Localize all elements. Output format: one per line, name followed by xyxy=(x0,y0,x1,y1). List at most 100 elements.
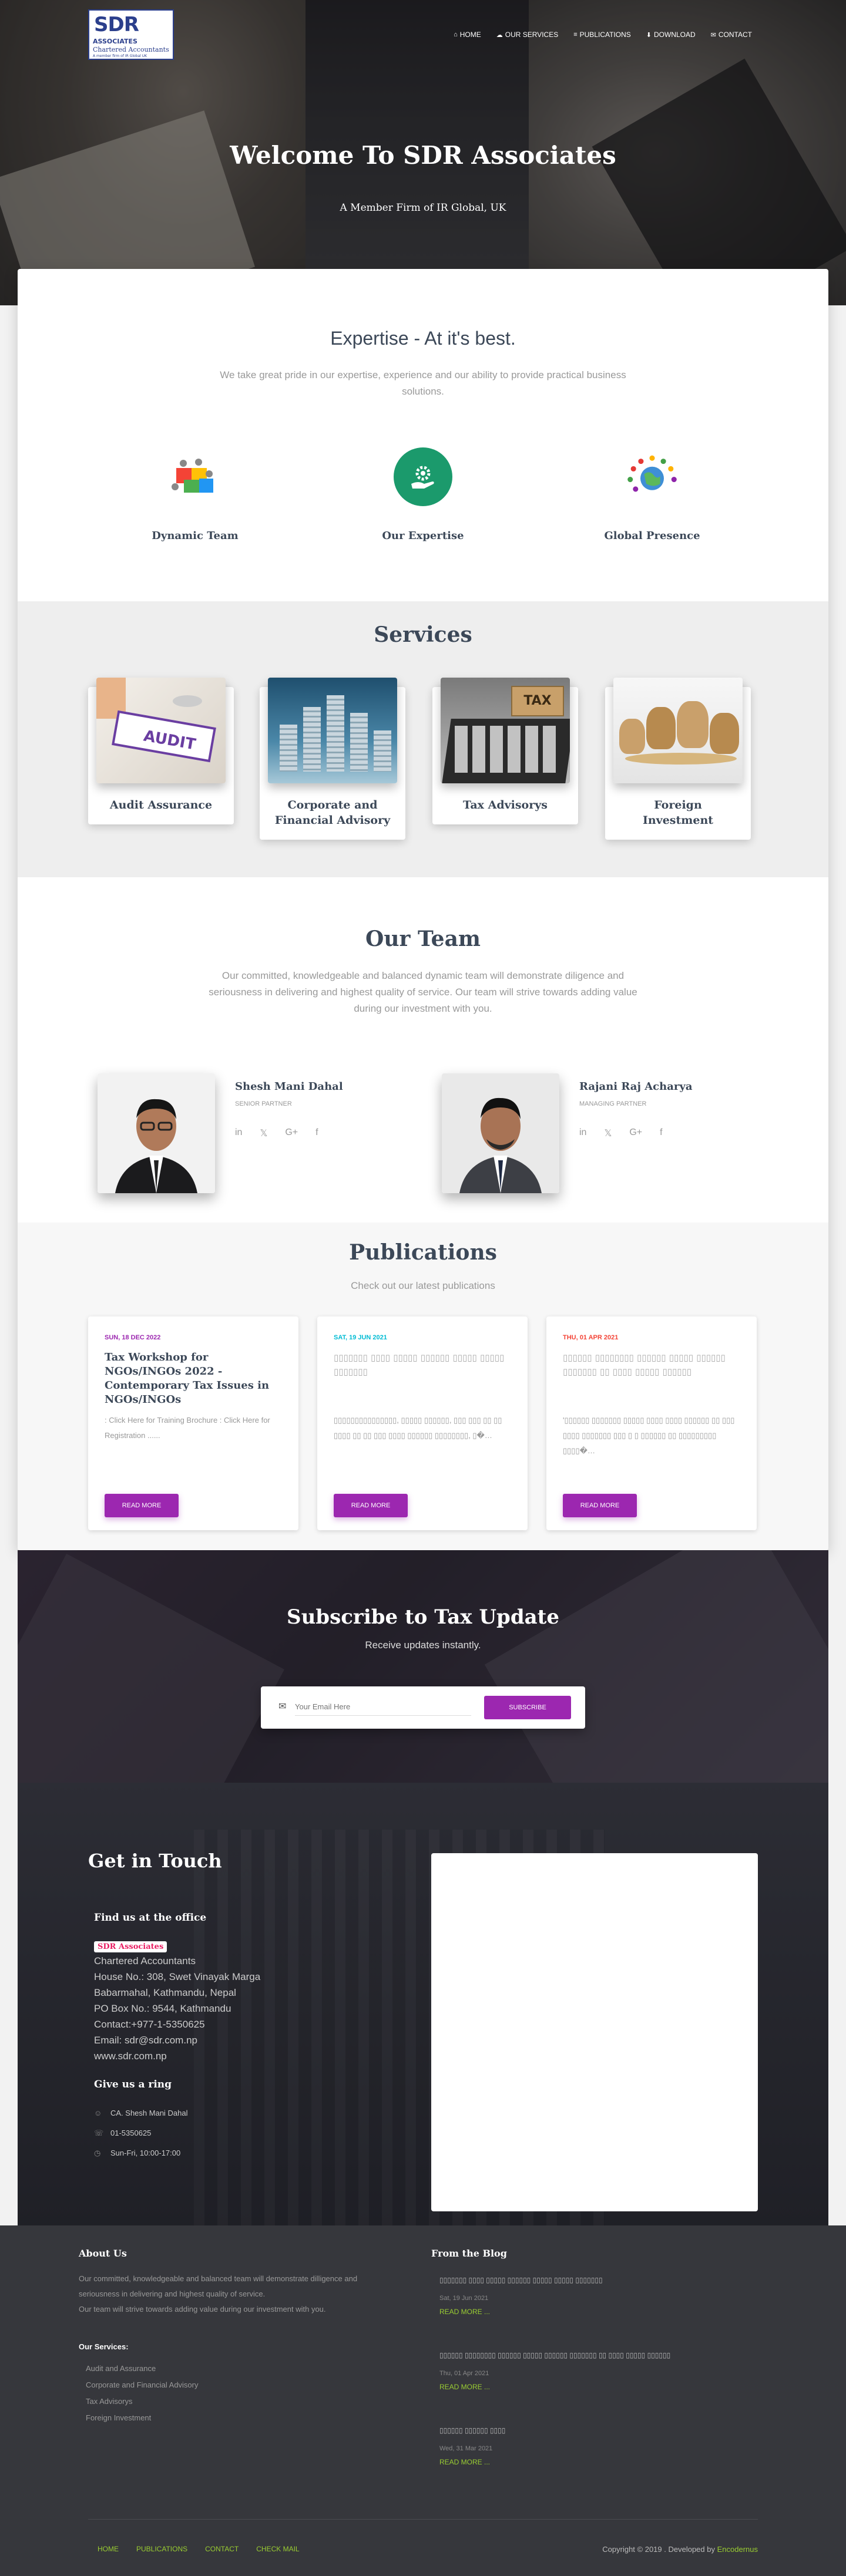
blog-date: Wed, 31 Mar 2021 xyxy=(439,2445,493,2452)
footer-service-link[interactable]: Foreign Investment xyxy=(86,2410,199,2426)
address-line: Contact:+977-1-5350625 xyxy=(94,2019,205,2030)
hero-tagline: A Member Firm of IR Global, UK xyxy=(340,202,506,214)
ring-text: 01-5350625 xyxy=(110,2129,152,2137)
publication-excerpt: ▯▯▯▯▯▯▯▯▯▯▯▯▯▯▯, ▯▯▯▯▯ ▯▯▯▯▯▯, ▯▯▯ ▯▯▯ ▯… xyxy=(334,1416,502,1440)
feature-label: Our Expertise xyxy=(382,530,464,542)
blog-item: ▯▯▯▯▯▯▯ ▯▯▯▯ ▯▯▯▯▯ ▯▯▯▯▯▯ ▯▯▯▯▯ ▯▯▯▯▯ ▯▯… xyxy=(439,2276,745,2316)
hero-title: Welcome To SDR Associates xyxy=(230,141,616,170)
nav-label: Our Services xyxy=(505,31,559,39)
footer: About Us Our committed, knowledgeable an… xyxy=(0,2225,846,2576)
publication-date: SUN, 18 DEC 2022 xyxy=(105,1334,161,1341)
blog-read-more[interactable]: READ MORE ... xyxy=(439,2458,745,2466)
facebook-icon[interactable]: f xyxy=(315,1127,318,1139)
nav-label: Download xyxy=(654,31,696,39)
footer-service-link[interactable]: Corporate and Financial Advisory xyxy=(86,2377,199,2393)
company-name-badge: SDR Associates xyxy=(94,1941,167,1952)
cloud-icon: ☁ xyxy=(496,31,503,39)
blog-title[interactable]: ▯▯▯▯▯▯ ▯▯▯▯▯▯▯▯ ▯▯▯▯▯▯ ▯▯▯▯▯ ▯▯▯▯▯▯ ▯▯▯▯… xyxy=(439,2351,745,2359)
nav-label: Publications xyxy=(579,31,631,39)
service-card-corporate[interactable]: Corporate and Financial Advisory xyxy=(260,678,405,840)
clock-icon: ◷ xyxy=(94,2149,101,2157)
footer-link-publications[interactable]: Publications xyxy=(136,2545,187,2553)
publication-title[interactable]: ▯▯▯▯▯▯ ▯▯▯▯▯▯▯▯ ▯▯▯▯▯▯ ▯▯▯▯▯ ▯▯▯▯▯▯ ▯▯▯▯… xyxy=(563,1351,745,1379)
ring-list: ☺ CA. Shesh Mani Dahal ☏ 01-5350625 ◷ Sun-F… xyxy=(94,2103,188,2163)
google-plus-icon[interactable]: G+ xyxy=(285,1127,298,1139)
subscribe-button[interactable]: Subscribe xyxy=(484,1696,571,1719)
footer-service-link[interactable]: Audit and Assurance xyxy=(86,2361,199,2377)
expertise-section: Expertise - At it's best. We take great … xyxy=(18,328,828,400)
subscribe-overlay xyxy=(18,1550,828,1783)
blog-title[interactable]: ▯▯▯▯▯▯ ▯▯▯▯▯▯ ▯▯▯▯ xyxy=(439,2426,745,2434)
linkedin-icon[interactable]: in xyxy=(235,1127,242,1139)
address-line[interactable]: www.sdr.com.np xyxy=(94,2048,260,2064)
nav-our-services[interactable]: ☁ Our Services xyxy=(496,31,558,39)
footer-links: Home Publications Contact Check Mail xyxy=(98,2545,300,2553)
about-text: Our committed, knowledgeable and balance… xyxy=(79,2274,358,2298)
feature-our-expertise: Our Expertise xyxy=(335,447,511,542)
list-icon: ≡ xyxy=(573,31,578,38)
publication-excerpt: : Click Here for Training Brochure : Cli… xyxy=(105,1416,270,1440)
footer-link-contact[interactable]: Contact xyxy=(205,2545,239,2553)
developer-link[interactable]: Encodernus xyxy=(717,2545,758,2554)
read-more-button[interactable]: Read More xyxy=(105,1494,179,1517)
read-more-button[interactable]: Read More xyxy=(563,1494,637,1517)
nav-label: Home xyxy=(459,31,481,39)
read-more-button[interactable]: Read More xyxy=(334,1494,408,1517)
nav-contact[interactable]: ✉ Contact xyxy=(711,31,752,39)
footer-service-link[interactable]: Tax Advisorys xyxy=(86,2393,199,2410)
team-section: Our Team Our committed, knowledgeable an… xyxy=(18,927,828,1017)
ring-item: ☏ 01-5350625 xyxy=(94,2123,188,2143)
feature-dynamic-team: Dynamic Team xyxy=(107,447,283,542)
ring-text: Sun-Fri, 10:00-17:00 xyxy=(110,2149,181,2157)
email-input[interactable] xyxy=(295,1698,471,1716)
service-card-audit[interactable]: AUDIT Audit Assurance xyxy=(88,678,234,824)
facebook-icon[interactable]: f xyxy=(660,1127,662,1139)
publication-date: THU, 01 APR 2021 xyxy=(563,1334,619,1341)
twitter-icon[interactable]: 𝕏 xyxy=(604,1127,612,1139)
mail-icon: ✉ xyxy=(278,1702,287,1712)
logo[interactable]: SDR ASSOCIATES Chartered Accountants A m… xyxy=(88,9,174,60)
subscribe-form: ✉ Subscribe xyxy=(261,1686,585,1729)
logo-member: A member firm of IR Global UK xyxy=(93,54,147,58)
footer-divider xyxy=(88,2519,758,2520)
nav-label: Contact xyxy=(718,31,752,39)
copyright: Copyright © 2019 . Developed by Encodern… xyxy=(602,2545,758,2554)
service-card-tax[interactable]: TAX Tax Advisorys xyxy=(432,678,578,824)
footer-link-check-mail[interactable]: Check Mail xyxy=(256,2545,299,2553)
nav-home[interactable]: ⌂ Home xyxy=(454,31,481,39)
service-name: Foreign Investment xyxy=(642,799,714,827)
address-line: Chartered Accountants xyxy=(94,1955,196,1966)
google-plus-icon[interactable]: G+ xyxy=(629,1127,642,1139)
footer-services-list: Audit and Assurance Corporate and Financ… xyxy=(86,2361,199,2426)
publication-title[interactable]: Tax Workshop for NGOs/INGOs 2022 - Conte… xyxy=(105,1351,287,1407)
linkedin-icon[interactable]: in xyxy=(579,1127,586,1139)
mail-icon: ✉ xyxy=(710,31,716,39)
nav-download[interactable]: ⬇ Download xyxy=(646,31,696,39)
team-description: Our committed, knowledgeable and balance… xyxy=(209,970,637,1014)
phone-icon: ☏ xyxy=(94,2129,104,2137)
member-socials: in 𝕏 G+ f xyxy=(235,1127,318,1139)
publication-card: SAT, 19 JUN 2021 ▯▯▯▯▯▯▯ ▯▯▯▯ ▯▯▯▯▯ ▯▯▯▯… xyxy=(317,1316,528,1530)
twitter-icon[interactable]: 𝕏 xyxy=(260,1127,267,1139)
service-card-foreign[interactable]: Foreign Investment xyxy=(605,678,751,840)
services-heading: Our Services: xyxy=(79,2342,129,2351)
feature-global-presence: Global Presence xyxy=(564,447,740,542)
logo-subtext: ASSOCIATES xyxy=(93,38,137,45)
publications-section: Publications Check out our latest public… xyxy=(18,1223,828,1550)
nav-publications[interactable]: ≡ Publications xyxy=(573,31,631,39)
contact-section: Get in Touch Find us at the office SDR A… xyxy=(18,1783,828,2225)
office-heading: Find us at the office xyxy=(94,1912,207,1924)
blog-read-more[interactable]: READ MORE ... xyxy=(439,2383,745,2391)
blog-title[interactable]: ▯▯▯▯▯▯▯ ▯▯▯▯ ▯▯▯▯▯ ▯▯▯▯▯▯ ▯▯▯▯▯ ▯▯▯▯▯ ▯▯… xyxy=(439,2276,745,2284)
office-address: Chartered Accountants House No.: 308, Sw… xyxy=(94,1953,260,2064)
publication-title[interactable]: ▯▯▯▯▯▯▯ ▯▯▯▯ ▯▯▯▯▯ ▯▯▯▯▯▯ ▯▯▯▯▯ ▯▯▯▯▯ ▯▯… xyxy=(334,1351,516,1379)
map-embed[interactable] xyxy=(431,1853,758,2211)
address-line: Email: sdr@sdr.com.np xyxy=(94,2035,197,2046)
expertise-description: We take great pride in our expertise, ex… xyxy=(220,369,626,397)
subscribe-subtitle: Receive updates instantly. xyxy=(365,1639,481,1651)
blog-heading: From the Blog xyxy=(431,2248,507,2259)
footer-link-home[interactable]: Home xyxy=(98,2545,119,2553)
gear-hand-icon xyxy=(394,447,452,506)
blog-date: Sat, 19 Jun 2021 xyxy=(439,2295,489,2302)
blog-read-more[interactable]: READ MORE ... xyxy=(439,2308,745,2316)
